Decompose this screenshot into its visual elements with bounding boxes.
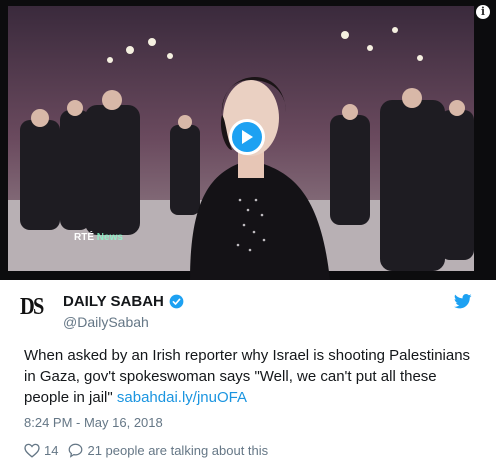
video-player[interactable]: RTÉ News i	[0, 0, 496, 280]
conversation-text: 21 people are talking about this	[87, 443, 269, 458]
heart-icon	[24, 443, 40, 458]
play-button[interactable]	[229, 119, 265, 155]
tweet-body: When asked by an Irish reporter why Isra…	[24, 345, 479, 408]
rte-brand-text: RTÉ	[74, 232, 94, 243]
tweet-text: When asked by an Irish reporter why Isra…	[24, 347, 471, 406]
twitter-bird-icon[interactable]	[454, 294, 472, 309]
account-avatar[interactable]: DS	[20, 294, 44, 321]
rte-news-logo: RTÉ News	[74, 232, 123, 243]
account-name-row[interactable]: DAILY SABAH	[63, 293, 184, 310]
speech-bubble-icon	[69, 443, 83, 458]
tweet-link[interactable]: sabahdai.ly/jnuOFA	[117, 389, 247, 406]
rte-suffix-text: News	[96, 232, 123, 243]
tweet-timestamp[interactable]: 8:24 PM - May 16, 2018	[24, 415, 163, 430]
like-action[interactable]: 14	[24, 443, 58, 458]
info-icon[interactable]: i	[476, 5, 490, 19]
account-handle[interactable]: @DailySabah	[63, 314, 149, 330]
tweet-card: RTÉ News i DS DAILY SABAH @DailySabah Wh…	[0, 0, 496, 473]
tweet-actions: 14 21 people are talking about this	[24, 443, 278, 458]
verified-badge-icon	[169, 294, 184, 309]
account-name[interactable]: DAILY SABAH	[63, 293, 164, 310]
play-icon	[242, 130, 253, 144]
like-count: 14	[44, 443, 59, 458]
reply-action[interactable]: 21 people are talking about this	[68, 443, 268, 458]
tweet-header: DS DAILY SABAH @DailySabah	[16, 290, 480, 334]
